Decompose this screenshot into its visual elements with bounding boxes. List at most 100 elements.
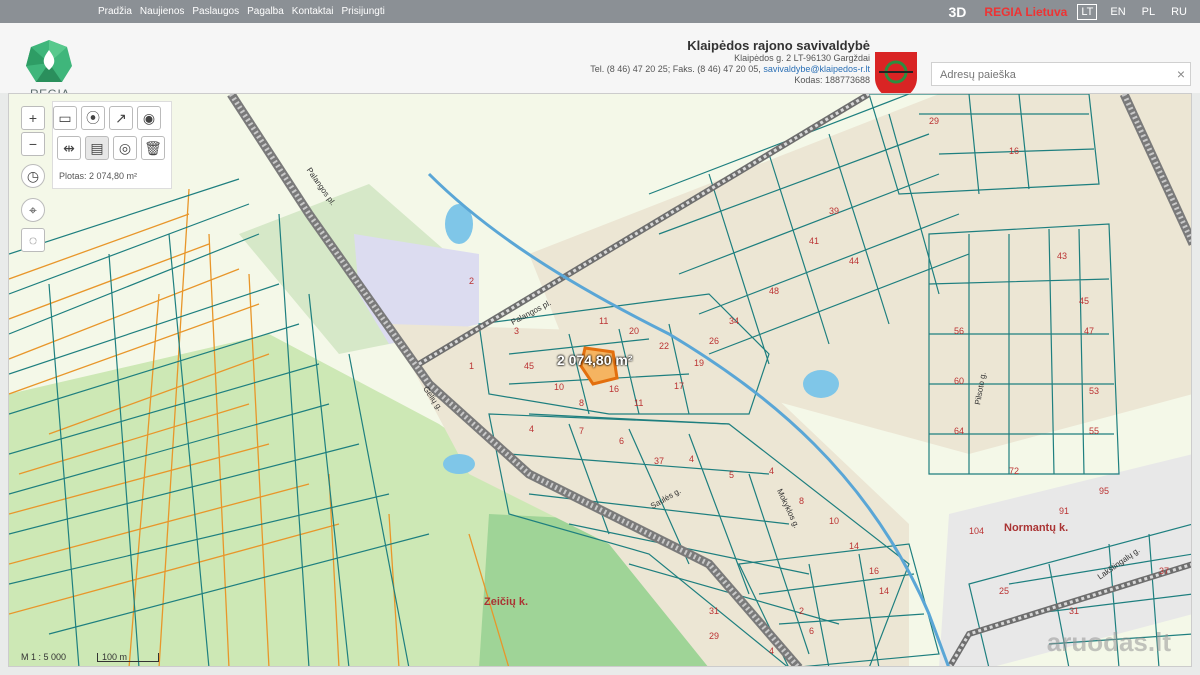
svg-text:14: 14 <box>849 541 859 551</box>
radius-icon[interactable]: ◎ <box>113 136 137 160</box>
svg-text:4: 4 <box>769 466 774 476</box>
view-3d-button[interactable]: 3D <box>949 4 967 20</box>
measure-length-icon[interactable]: ⇹ <box>57 136 81 160</box>
nav-paslaugos[interactable]: Paslaugos <box>192 6 239 17</box>
svg-text:41: 41 <box>809 236 819 246</box>
nav-prisijungti[interactable]: Prisijungti <box>342 6 385 17</box>
svg-text:31: 31 <box>709 606 719 616</box>
svg-text:1: 1 <box>469 361 474 371</box>
marker-icon[interactable]: ⦿ <box>81 106 105 130</box>
svg-text:39: 39 <box>829 206 839 216</box>
svg-text:29: 29 <box>929 116 939 126</box>
svg-text:48: 48 <box>769 286 779 296</box>
municipality-title: Klaipėdos rajono savivaldybė <box>687 38 870 53</box>
lang-lt[interactable]: LT <box>1077 3 1098 20</box>
svg-text:6: 6 <box>809 626 814 636</box>
svg-text:2: 2 <box>469 276 474 286</box>
measure-result: 2 074,80 m² <box>557 352 633 368</box>
top-right: 3D REGIA Lietuva LT EN PL RU <box>949 0 1190 23</box>
municipality-contacts: Tel. (8 46) 47 20 25; Faks. (8 46) 47 20… <box>590 64 870 75</box>
svg-text:4: 4 <box>769 646 774 656</box>
ruler-icon[interactable]: ▭ <box>53 106 77 130</box>
regia-lietuva-link[interactable]: REGIA Lietuva <box>984 5 1067 19</box>
nav-pradzia[interactable]: Pradžia <box>98 6 132 17</box>
nav-naujienos[interactable]: Naujienos <box>140 6 184 17</box>
svg-text:64: 64 <box>954 426 964 436</box>
svg-text:22: 22 <box>659 341 669 351</box>
svg-text:10: 10 <box>829 516 839 526</box>
municipality-phone: Tel. (8 46) 47 20 25; Faks. (8 46) 47 20… <box>590 64 761 74</box>
lang-en[interactable]: EN <box>1107 5 1128 19</box>
svg-text:17: 17 <box>674 381 684 391</box>
svg-text:16: 16 <box>609 384 619 394</box>
municipality-email[interactable]: savivaldybe@klaipedos-r.lt <box>763 64 870 74</box>
svg-text:37: 37 <box>1159 566 1169 576</box>
target-icon[interactable]: ◉ <box>137 106 161 130</box>
svg-text:26: 26 <box>709 336 719 346</box>
map-canvas[interactable]: 1 45 2 3 11 20 22 19 17 10 8 16 11 4 7 6 37 4 548 10… <box>8 93 1192 667</box>
svg-text:10: 10 <box>554 382 564 392</box>
nav-kontaktai[interactable]: Kontaktai <box>292 6 334 17</box>
svg-text:31: 31 <box>1069 606 1079 616</box>
svg-text:8: 8 <box>799 496 804 506</box>
municipality-info: Klaipėdos rajono savivaldybė Klaipėdos g… <box>590 38 870 86</box>
svg-text:3: 3 <box>514 326 519 336</box>
svg-text:11: 11 <box>599 316 608 326</box>
delete-icon[interactable]: 🗑 <box>141 136 165 160</box>
share-icon[interactable]: ↗ <box>109 106 133 130</box>
regia-logo-icon[interactable] <box>24 33 74 93</box>
municipality-address: Klaipėdos g. 2 LT-96130 Gargždai <box>734 53 870 63</box>
map-scale: M 1 : 5 000 <box>21 652 67 662</box>
municipality-code: Kodas: 188773688 <box>794 75 870 85</box>
svg-text:95: 95 <box>1099 486 1109 496</box>
address-search-input[interactable] <box>938 64 1162 86</box>
svg-text:53: 53 <box>1089 386 1099 396</box>
svg-text:11: 11 <box>634 398 643 408</box>
svg-text:20: 20 <box>629 326 639 336</box>
svg-text:55: 55 <box>1089 426 1099 436</box>
svg-text:25: 25 <box>999 586 1009 596</box>
svg-text:34: 34 <box>729 316 739 326</box>
svg-text:37: 37 <box>654 456 664 466</box>
svg-text:14: 14 <box>879 586 889 596</box>
svg-text:56: 56 <box>954 326 964 336</box>
header: REGIA Klaipėdos rajono savivaldybė Klaip… <box>0 23 1200 101</box>
svg-text:47: 47 <box>1084 326 1094 336</box>
cadastral-map[interactable]: 1 452 31120 221917 10816 114 7 637 4 5 48 10… <box>9 94 1192 667</box>
top-bar: Pradžia Naujienos Paslaugos Pagalba Kont… <box>0 0 1200 23</box>
zoom-in-button[interactable]: + <box>21 106 45 130</box>
svg-text:5: 5 <box>729 470 734 480</box>
svg-text:6: 6 <box>619 436 624 446</box>
svg-text:104: 104 <box>969 526 984 536</box>
watermark: aruodas.lt <box>1046 627 1171 657</box>
svg-text:16: 16 <box>1009 146 1019 156</box>
svg-text:8: 8 <box>579 398 584 408</box>
svg-text:29: 29 <box>709 631 719 641</box>
svg-text:72: 72 <box>1009 466 1019 476</box>
area-label: Plotas: 2 074,80 m² <box>59 171 138 181</box>
svg-text:43: 43 <box>1057 251 1067 261</box>
svg-text:7: 7 <box>579 426 584 436</box>
nav-pagalba[interactable]: Pagalba <box>247 6 284 17</box>
locate-icon[interactable]: ⌖ <box>21 198 45 222</box>
svg-text:91: 91 <box>1059 506 1069 516</box>
svg-text:4: 4 <box>529 424 534 434</box>
svg-text:19: 19 <box>694 358 704 368</box>
zoom-out-button[interactable]: − <box>21 132 45 156</box>
lang-pl[interactable]: PL <box>1139 5 1158 19</box>
place-zeiciu: Zeičių k. <box>484 596 529 608</box>
svg-text:4: 4 <box>689 454 694 464</box>
svg-text:45: 45 <box>524 361 534 371</box>
region-icon[interactable]: ◌ <box>21 228 45 252</box>
measure-area-icon[interactable]: ▤ <box>85 136 109 160</box>
svg-text:60: 60 <box>954 376 964 386</box>
clear-search-icon[interactable]: × <box>1177 66 1185 82</box>
svg-text:16: 16 <box>869 566 879 576</box>
scale-bar: 100 m <box>97 653 159 662</box>
compass-icon[interactable]: ◷ <box>21 164 45 188</box>
svg-text:2: 2 <box>799 606 804 616</box>
place-normantu: Normantų k. <box>1004 522 1069 534</box>
address-search[interactable]: × <box>931 62 1191 86</box>
lang-ru[interactable]: RU <box>1168 5 1190 19</box>
svg-text:45: 45 <box>1079 296 1089 306</box>
